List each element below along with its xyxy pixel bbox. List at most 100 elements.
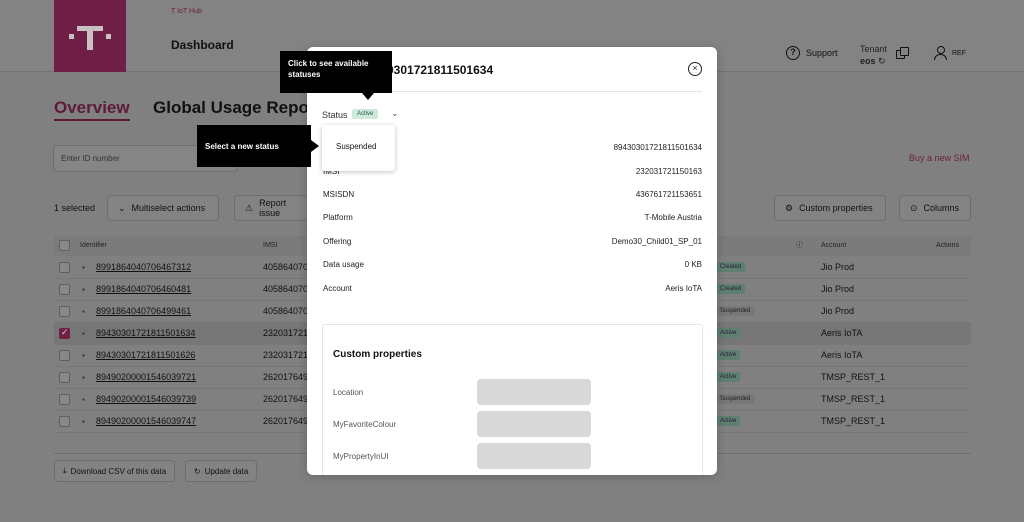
report-issue-button[interactable]: ⚠ Report issue [234,195,314,221]
property-input-favorite-colour[interactable] [477,411,591,437]
status-hint-tooltip: Click to see available statuses [280,51,392,100]
identifier-link[interactable]: 89490200001546039721 [96,372,196,382]
field-key: MSISDN [323,190,355,199]
user-label: REF [952,49,966,57]
identifier-link[interactable]: 8991864040706467312 [96,262,191,272]
download-icon: ⤓ [63,466,67,475]
status-badge: Created [716,262,746,272]
status-option-suspended[interactable]: Suspended [336,142,395,151]
field-key: Offering [323,237,352,246]
field-value: 89430301721811501634 [613,143,702,152]
field-value: 0 KB [684,260,702,269]
property-input-property-in-ui[interactable] [477,443,591,469]
identifier-link[interactable]: 89490200001546039747 [96,416,196,426]
custom-properties-label: Custom properties [799,203,873,213]
imsi-cell: 262017649 [263,394,307,404]
sim-detail-modal: 0301721811501634 × Status Active ⌄ ICCID… [307,47,717,475]
imsi-cell: 232031721 [263,350,307,360]
account-cell: TMSP_REST_1 [821,394,886,404]
field-key: Platform [323,213,353,222]
field-value: 436761721153651 [635,190,702,199]
field-key: Data usage [323,260,364,269]
support-button[interactable]: ? Support [786,46,838,60]
columns-button[interactable]: ⊙ Columns [899,195,971,221]
custom-properties-card: Custom properties Location MyFavoriteCol… [322,324,703,475]
custom-properties-button[interactable]: ⚙ Custom properties [774,195,886,221]
tenant-switcher[interactable]: Tenant eos ↻ [860,43,887,67]
properties-icon: ⚙ [785,202,794,213]
imsi-cell: 405864070 [263,284,307,294]
tab-overview[interactable]: Overview [54,98,130,121]
identifier-link[interactable]: 89490200001546039739 [96,394,196,404]
multiselect-actions-button[interactable]: ⌄ Multiselect actions [107,195,219,221]
account-cell: Jio Prod [821,262,855,272]
status-dropdown: Suspended [322,125,395,171]
status-badge: Active [716,416,741,426]
row-checkbox[interactable] [59,284,70,295]
field-value: Demo30_Child01_SP_01 [611,237,702,246]
row-checkbox[interactable] [59,416,70,427]
copy-icon[interactable] [896,47,909,60]
row-checkbox[interactable] [59,262,70,273]
status-label: Status [322,110,348,120]
sim-icon: ▪ [82,263,85,272]
row-checkbox[interactable] [59,394,70,405]
imsi-cell: 262017649 [263,372,307,382]
chevron-down-icon[interactable]: ⌄ [391,108,399,119]
status-badge: Suspended [716,306,755,316]
status-badge[interactable]: Active [352,109,379,119]
tenant-label: Tenant [860,44,888,54]
app-label: T IoT Hub [171,8,202,15]
chevron-down-icon: ⌄ [118,202,126,213]
download-label: Download CSV of this data [70,466,167,476]
header-identifier: Identifier [80,242,107,249]
header-account: Account [821,242,847,249]
property-label: MyFavoriteColour [333,420,397,429]
identifier-link[interactable]: 89430301721811501634 [96,328,195,338]
user-menu[interactable]: REF [934,46,966,60]
close-icon[interactable]: × [688,62,702,76]
update-data-button[interactable]: ↻ Update data [185,460,258,482]
help-icon: ? [786,46,800,60]
buy-sim-link[interactable]: Buy a new SIM [909,153,970,163]
property-input-location[interactable] [477,379,591,405]
field-key: Account [323,284,352,293]
select-status-tooltip: Select a new status [197,125,319,167]
tenant-name: eos [860,56,876,66]
multiselect-label: Multiselect actions [131,203,206,213]
report-issue-label: Report issue [259,198,287,218]
identifier-link[interactable]: 8991864040706460481 [96,284,191,294]
row-checkbox[interactable] [59,372,70,383]
telekom-logo[interactable] [54,0,126,72]
sim-icon: ▪ [82,285,85,294]
status-badge: Active [716,328,741,338]
sim-icon: ▪ [82,395,85,404]
sim-icon: ▪ [82,373,85,382]
account-cell: Aeris IoTA [821,328,863,338]
select-all-checkbox[interactable] [59,240,70,251]
property-label: MyPropertyInUI [333,452,389,461]
imsi-cell: 405864070 [263,306,307,316]
imsi-cell: 232031721 [263,328,307,338]
identifier-link[interactable]: 89430301721811501626 [96,350,195,360]
refresh-icon: ↻ [878,56,886,66]
field-value: Aeris IoTA [665,284,702,293]
refresh-icon: ↻ [194,466,201,476]
status-badge: Active [716,350,741,360]
row-checkbox[interactable] [59,350,70,361]
user-icon [934,46,947,60]
support-label: Support [806,48,838,58]
row-checkbox[interactable] [59,306,70,317]
row-checkbox[interactable] [59,327,70,339]
identifier-link[interactable]: 8991864040706499461 [96,306,191,316]
sim-icon: ▪ [82,351,85,360]
tab-global-usage-report[interactable]: Global Usage Report [153,98,308,118]
field-value: T-Mobile Austria [644,213,702,222]
account-cell: Aeris IoTA [821,350,863,360]
page-title: Dashboard [171,38,234,52]
imsi-cell: 262017649 [263,416,307,426]
account-cell: TMSP_REST_1 [821,416,886,426]
download-csv-button[interactable]: ⤓ Download CSV of this data [54,460,176,482]
header-actions: Actions [936,242,959,249]
custom-properties-title: Custom properties [333,349,422,360]
